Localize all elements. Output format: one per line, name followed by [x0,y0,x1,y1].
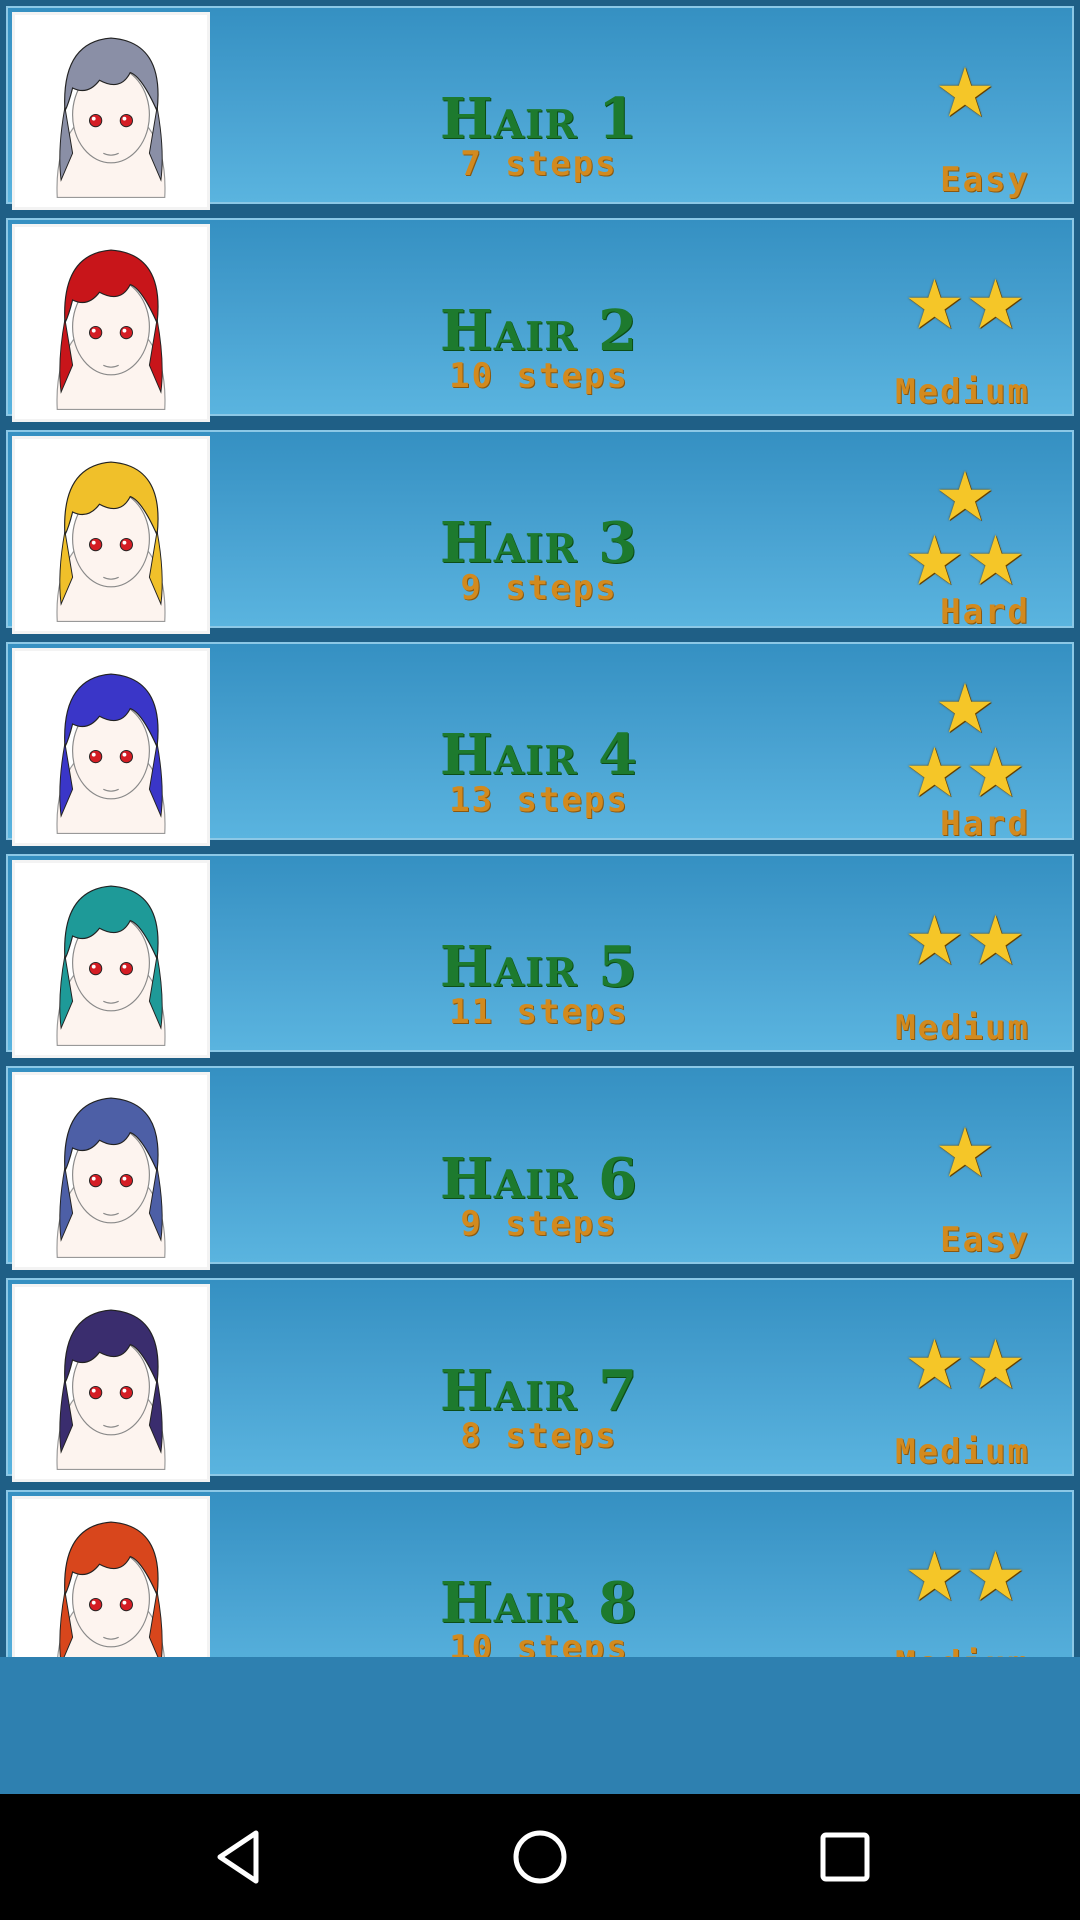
hair-list-item[interactable]: Hair 69 steps ★ Easy [0,1060,1080,1272]
star-icon: ★★ [904,522,1026,601]
steps-count: 13 steps [449,780,629,820]
star-icon: ★ [934,1114,996,1193]
difficulty-stars: ★★ [890,1538,1040,1617]
anime-face-icon [57,1521,165,1657]
difficulty-label: Medium [895,1432,1030,1472]
system-nav-bar [0,1794,1080,1920]
hair-list[interactable]: Hair 17 steps ★ Easy Hair 2 10 steps ★★ Medium… [0,0,1080,1657]
difficulty-stars: ★★ [890,1326,1040,1405]
hair-title: Hair 4 [439,722,639,788]
hair-thumbnail [12,1072,210,1270]
star-icon: ★★ [904,734,1026,813]
difficulty-label: Medium [895,372,1030,412]
hair-thumbnail [12,648,210,846]
hair-title: Hair 2 [439,298,639,364]
steps-count: 8 steps [460,1416,618,1456]
star-icon: ★★ [904,266,1026,345]
anime-face-icon [56,1097,166,1258]
hair-list-item[interactable]: Hair 5 11 steps ★★ Medium [0,848,1080,1060]
difficulty-label: Medium [895,1008,1030,1048]
hair-title: Hair 5 [439,934,639,1000]
difficulty-label: Hard [940,804,1030,844]
difficulty-label: Easy [940,1220,1030,1260]
anime-face-icon [56,461,166,622]
hair-thumbnail [12,1284,210,1482]
home-icon[interactable] [510,1827,570,1887]
hair-list-item[interactable]: Hair 78 steps ★★ Medium [0,1272,1080,1484]
anime-face-icon [56,249,166,410]
anime-face-icon [56,1309,166,1470]
steps-count: 9 steps [460,568,618,608]
star-icon: ★ [934,458,996,537]
star-icon: ★★ [904,1326,1026,1405]
anime-face-icon [56,37,166,198]
app-screen: Hair 17 steps ★ Easy Hair 2 10 steps ★★ Medium… [0,0,1080,1794]
star-icon: ★ [934,54,996,133]
hair-title: Hair 6 [439,1146,639,1212]
star-icon: ★★ [904,902,1026,981]
difficulty-label: Easy [940,160,1030,200]
hair-list-item[interactable]: Hair 810 steps ★★ Medium [0,1484,1080,1657]
steps-count: 10 steps [449,1628,629,1657]
hair-thumbnail [12,860,210,1058]
anime-face-icon [56,885,166,1046]
difficulty-label: Hard [940,592,1030,632]
hair-thumbnail [12,1496,210,1657]
hair-thumbnail [12,224,210,422]
difficulty-stars: ★ [890,1114,1040,1193]
back-icon[interactable] [208,1827,268,1887]
anime-face-icon [56,673,166,834]
hair-title: Hair 3 [439,510,639,576]
difficulty-stars: ★★ [890,902,1040,981]
hair-title: Hair 7 [439,1358,639,1424]
hair-list-item[interactable]: Hair 17 steps ★ Easy [0,0,1080,212]
recents-icon[interactable] [815,1827,875,1887]
hair-list-item[interactable]: Hair 2 10 steps ★★ Medium [0,212,1080,424]
difficulty-stars: ★ ★★ [890,670,1040,813]
hair-title: Hair 8 [439,1570,639,1636]
hair-thumbnail [12,12,210,210]
steps-count: 10 steps [449,356,629,396]
steps-count: 9 steps [460,1204,618,1244]
steps-count: 11 steps [449,992,629,1032]
star-icon: ★★ [904,1538,1026,1617]
hair-list-item[interactable]: Hair 39 steps ★ ★★ Hard [0,424,1080,636]
difficulty-stars: ★ ★★ [890,458,1040,601]
hair-title: Hair 1 [439,86,639,152]
difficulty-stars: ★★ [890,266,1040,345]
star-icon: ★ [934,670,996,749]
difficulty-label: Medium [895,1644,1030,1657]
steps-count: 7 steps [460,144,618,184]
difficulty-stars: ★ [890,54,1040,133]
hair-list-item[interactable]: Hair 4 13 steps ★ ★★ Hard [0,636,1080,848]
hair-thumbnail [12,436,210,634]
